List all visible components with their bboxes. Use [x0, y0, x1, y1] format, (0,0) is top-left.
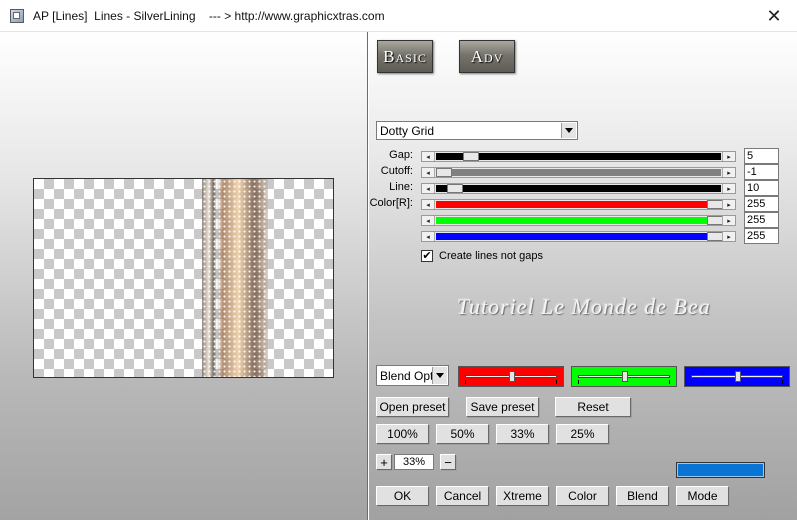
create-lines-label: Create lines not gaps	[439, 250, 543, 262]
blue-mini-slider[interactable]	[684, 366, 790, 387]
slider-right-arrow-icon[interactable]: ▸	[722, 168, 735, 177]
cutoff-slider[interactable]: ◂ ▸	[421, 167, 736, 178]
color-b-slider[interactable]: ◂ ▸	[421, 231, 736, 242]
line-value-field[interactable]: 10	[744, 180, 779, 196]
cutoff-slider-thumb[interactable]	[436, 168, 452, 177]
red-mini-slider[interactable]	[458, 366, 564, 387]
zoom-in-button[interactable]: +	[376, 454, 392, 470]
pattern-select-value: Dotty Grid	[380, 123, 435, 138]
mini-slider-thumb[interactable]	[622, 371, 628, 382]
line-slider-track[interactable]	[436, 184, 721, 193]
color-b-value-field[interactable]: 255	[744, 228, 779, 244]
gap-slider-track[interactable]	[436, 152, 721, 161]
slider-left-arrow-icon[interactable]: ◂	[422, 184, 435, 193]
cutoff-label: Cutoff:	[380, 165, 413, 177]
zoom-50-button[interactable]: 50%	[436, 424, 489, 444]
create-lines-checkbox[interactable]: ✔	[421, 250, 433, 262]
slider-left-arrow-icon[interactable]: ◂	[422, 200, 435, 209]
color-r-value-field[interactable]: 255	[744, 196, 779, 212]
blend-button[interactable]: Blend	[616, 486, 669, 506]
blend-options-select[interactable]: Blend Optio	[376, 365, 449, 386]
cutoff-value-field[interactable]: -1	[744, 164, 779, 180]
preview-canvas[interactable]	[33, 178, 334, 378]
watermark-text: Tutoriel Le Monde de Bea	[457, 294, 711, 319]
cancel-button[interactable]: Cancel	[436, 486, 489, 506]
color-g-slider-thumb[interactable]	[707, 216, 723, 225]
xtreme-button[interactable]: Xtreme	[496, 486, 549, 506]
line-slider[interactable]: ◂ ▸	[421, 183, 736, 194]
color-g-slider-track[interactable]	[436, 216, 723, 225]
color-swatch[interactable]	[676, 462, 765, 478]
zoom-level-field[interactable]: 33%	[394, 454, 434, 470]
zoom-33-button[interactable]: 33%	[496, 424, 549, 444]
preview-image-strip	[202, 179, 268, 377]
mini-slider-thumb[interactable]	[509, 371, 515, 382]
color-r-slider-track[interactable]	[436, 200, 723, 209]
open-preset-button[interactable]: Open preset	[376, 397, 449, 417]
color-button[interactable]: Color	[556, 486, 609, 506]
cutoff-slider-track[interactable]	[436, 168, 721, 177]
gap-slider[interactable]: ◂ ▸	[421, 151, 736, 162]
gap-value-field[interactable]: 5	[744, 148, 779, 164]
green-mini-slider[interactable]	[571, 366, 677, 387]
zoom-out-button[interactable]: −	[440, 454, 456, 470]
line-slider-thumb[interactable]	[447, 184, 463, 193]
slider-left-arrow-icon[interactable]: ◂	[422, 216, 435, 225]
close-button[interactable]: ✕	[751, 0, 797, 32]
slider-right-arrow-icon[interactable]: ▸	[722, 152, 735, 161]
mode-button[interactable]: Mode	[676, 486, 729, 506]
adv-tab-button[interactable]: Adv	[459, 40, 515, 73]
window-title: AP [Lines] Lines - SilverLining --- > ht…	[33, 9, 385, 23]
gap-slider-thumb[interactable]	[463, 152, 479, 161]
gap-label: Gap:	[389, 149, 413, 161]
color-r-slider[interactable]: ◂ ▸	[421, 199, 736, 210]
slider-left-arrow-icon[interactable]: ◂	[422, 232, 435, 241]
color-r-slider-thumb[interactable]	[707, 200, 723, 209]
color-g-slider[interactable]: ◂ ▸	[421, 215, 736, 226]
mini-slider-thumb[interactable]	[735, 371, 741, 382]
app-icon	[10, 9, 24, 23]
slider-right-arrow-icon[interactable]: ▸	[722, 200, 735, 209]
slider-right-arrow-icon[interactable]: ▸	[722, 216, 735, 225]
line-label: Line:	[389, 181, 413, 193]
slider-right-arrow-icon[interactable]: ▸	[722, 184, 735, 193]
pattern-select[interactable]: Dotty Grid	[376, 121, 578, 140]
chevron-down-icon[interactable]	[432, 367, 447, 384]
chevron-down-icon[interactable]	[561, 123, 576, 138]
reset-button[interactable]: Reset	[555, 397, 631, 417]
zoom-100-button[interactable]: 100%	[376, 424, 429, 444]
preview-panel	[0, 32, 368, 520]
title-bar: AP [Lines] Lines - SilverLining --- > ht…	[0, 0, 797, 32]
zoom-25-button[interactable]: 25%	[556, 424, 609, 444]
color-b-slider-track[interactable]	[436, 232, 723, 241]
slider-left-arrow-icon[interactable]: ◂	[422, 168, 435, 177]
color-r-label: Color[R]:	[369, 197, 413, 209]
color-b-slider-thumb[interactable]	[707, 232, 723, 241]
basic-tab-button[interactable]: Basic	[377, 40, 433, 73]
slider-right-arrow-icon[interactable]: ▸	[722, 232, 735, 241]
controls-panel: Basic Adv Dotty Grid Gap: ◂ ▸ 5 Cutoff: …	[369, 32, 797, 520]
color-g-value-field[interactable]: 255	[744, 212, 779, 228]
ok-button[interactable]: OK	[376, 486, 429, 506]
slider-left-arrow-icon[interactable]: ◂	[422, 152, 435, 161]
save-preset-button[interactable]: Save preset	[466, 397, 539, 417]
